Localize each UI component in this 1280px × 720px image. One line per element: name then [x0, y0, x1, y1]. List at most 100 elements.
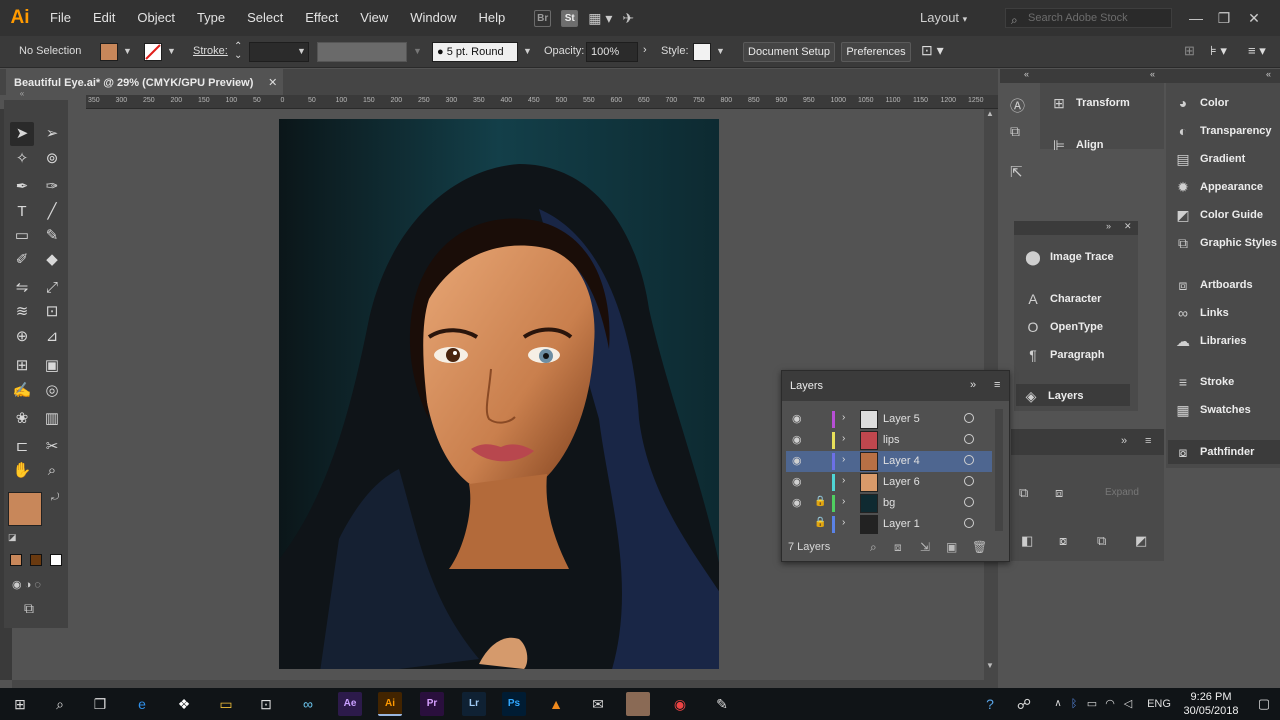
task-view-icon[interactable]: ❐ — [88, 692, 112, 716]
stroke-weight-dropdown-icon[interactable]: ▼ — [297, 46, 306, 56]
visibility-eye-icon[interactable]: ◉ — [792, 454, 802, 467]
layer-row[interactable]: ◉ 🔒 › bg — [786, 493, 992, 514]
rectangle-tool-icon[interactable]: ▭ — [10, 224, 34, 248]
target-icon[interactable] — [964, 455, 974, 465]
layer-row[interactable]: ◉ › Layer 4 — [786, 451, 992, 472]
symbol-sprayer-icon[interactable]: ❀ — [10, 407, 34, 431]
layer-name[interactable]: bg — [883, 497, 895, 509]
scale-tool-icon[interactable]: ⤢ — [40, 276, 64, 300]
chrome-icon[interactable]: ◉ — [668, 692, 692, 716]
dropbox-icon[interactable]: ❖ — [172, 692, 196, 716]
default-fill-stroke-icon[interactable]: ◪ — [8, 532, 17, 543]
visibility-eye-icon[interactable]: ◉ — [792, 496, 802, 509]
stroke-swatch[interactable] — [144, 43, 162, 61]
panel-layers-active[interactable]: ◈ Layers — [1016, 384, 1130, 406]
photo-viewer-icon[interactable] — [626, 692, 650, 716]
eraser-tool-icon[interactable]: ◆ — [40, 248, 64, 272]
gpu-performance-icon[interactable]: ✈ — [622, 10, 634, 27]
mail-icon[interactable]: ✉ — [586, 692, 610, 716]
direct-selection-tool-icon[interactable]: ➢ — [40, 122, 64, 146]
new-layer-icon[interactable]: ▣ — [946, 540, 957, 554]
target-icon[interactable] — [964, 413, 974, 423]
fill-color-box[interactable] — [8, 492, 42, 526]
target-icon[interactable] — [964, 518, 974, 528]
shape-builder-icon[interactable]: ⊕ — [10, 325, 34, 349]
magic-wand-icon[interactable]: ✧ — [10, 147, 34, 171]
layer-row[interactable]: 🔒 › Layer 1 — [786, 514, 992, 535]
layer-name[interactable]: Layer 4 — [883, 455, 920, 467]
gradient-mode-icon[interactable] — [30, 554, 42, 566]
slice-tool-icon[interactable]: ✂ — [40, 435, 64, 459]
export-icon[interactable]: ⇱ — [1010, 163, 1023, 181]
bridge-button[interactable]: Br — [534, 9, 552, 27]
panel-color[interactable]: ◕ Color — [1174, 95, 1229, 111]
target-icon[interactable] — [964, 497, 974, 507]
target-icon[interactable] — [964, 476, 974, 486]
close-button[interactable]: ✕ — [1244, 8, 1264, 28]
scroll-up-icon[interactable]: ▲ — [986, 109, 994, 118]
stroke-label[interactable]: Stroke: — [193, 45, 228, 57]
panel-menu-icon[interactable]: ≡ — [1145, 435, 1151, 447]
hand-tool-icon[interactable]: ✋ — [10, 459, 34, 483]
fill-swatch[interactable] — [100, 43, 118, 61]
pen-app-icon[interactable]: ✎ — [710, 692, 734, 716]
panel-menu-icon[interactable]: ≡ ▾ — [1248, 43, 1266, 59]
layer-row[interactable]: ◉ › lips — [786, 430, 992, 451]
stock-button[interactable]: St — [561, 9, 579, 27]
menu-help[interactable]: Help — [467, 0, 516, 36]
expand-panels-icon[interactable]: » — [1106, 221, 1111, 231]
panel-image-trace[interactable]: ⬤ Image Trace — [1024, 249, 1113, 265]
lock-icon[interactable]: 🔒 — [814, 517, 826, 528]
panel-transform[interactable]: ⊞ Transform — [1050, 95, 1130, 111]
new-sublayer-icon[interactable]: ⇲ — [920, 540, 930, 554]
visibility-eye-icon[interactable]: ◉ — [792, 475, 802, 488]
expand-layer-icon[interactable]: › — [842, 475, 845, 486]
maximize-button[interactable]: ❐ — [1214, 8, 1234, 28]
divide-icon[interactable]: ◧ — [1021, 533, 1033, 549]
menu-file[interactable]: File — [40, 0, 82, 36]
paragraph-styles-icon[interactable]: ⧉ — [1010, 123, 1020, 140]
stroke-stepper[interactable]: ⌃ ⌄ — [234, 42, 242, 61]
edge-icon[interactable]: e — [130, 692, 154, 716]
close-panel-icon[interactable]: ✕ — [1124, 221, 1132, 232]
taskbar-clock[interactable]: 9:26 PM 30/05/2018 — [1180, 690, 1242, 718]
selection-tool-icon[interactable]: ➤ — [10, 122, 34, 146]
gradient-tool-icon[interactable]: ▣ — [40, 354, 64, 378]
collapse-toolbar-icon[interactable]: « — [10, 88, 34, 100]
search-stock-input[interactable]: ⌕ Search Adobe Stock — [1005, 8, 1172, 28]
panel-menu-icon[interactable]: ≡ — [994, 379, 1000, 391]
lightroom-icon[interactable]: Lr — [462, 692, 486, 716]
document-setup-button[interactable]: Document Setup — [743, 42, 835, 62]
screen-mode-icon[interactable]: ⧉ — [24, 600, 34, 617]
brush-dropdown-icon[interactable]: ▼ — [523, 46, 532, 56]
expand-button[interactable]: Expand — [1105, 487, 1139, 498]
profile-dropdown-icon[interactable]: ▼ — [413, 46, 422, 56]
panel-libraries[interactable]: ☁ Libraries — [1174, 333, 1246, 349]
visibility-eye-icon[interactable]: ◉ — [792, 412, 802, 425]
illustrator-icon[interactable]: Ai — [378, 692, 402, 716]
align-icon[interactable]: ⊞ — [1184, 43, 1195, 59]
scroll-down-icon[interactable]: ▼ — [986, 661, 994, 670]
locate-object-icon[interactable]: ⌕ — [870, 540, 877, 555]
store-icon[interactable]: ⊡ — [254, 692, 278, 716]
mesh-tool-icon[interactable]: ⊞ — [10, 354, 34, 378]
panel-swatches[interactable]: ▦ Swatches — [1174, 402, 1250, 418]
perspective-grid-icon[interactable]: ⊿ — [40, 325, 64, 349]
menu-type[interactable]: Type — [186, 0, 236, 36]
layer-name[interactable]: Layer 6 — [883, 476, 920, 488]
panel-graphic-styles[interactable]: ⧉ Graphic Styles — [1174, 235, 1277, 251]
people-icon[interactable]: ☍ — [1012, 692, 1036, 716]
expand-layer-icon[interactable]: › — [842, 412, 845, 423]
paintbrush-tool-icon[interactable]: ✎ — [40, 224, 64, 248]
close-tab-icon[interactable]: ✕ — [268, 69, 277, 97]
warp-tool-icon[interactable]: ≋ — [10, 300, 34, 324]
blend-tool-icon[interactable]: ◎ — [40, 379, 64, 403]
collapse-panels-icon[interactable]: « — [1024, 69, 1029, 79]
style-dropdown-icon[interactable]: ▼ — [716, 46, 725, 56]
panel-artboards[interactable]: ⧈ Artboards — [1174, 277, 1253, 293]
layer-name[interactable]: Layer 1 — [883, 518, 920, 530]
expand-panels-icon[interactable]: » — [970, 379, 976, 391]
type-tool-icon[interactable]: T — [10, 200, 34, 224]
delete-layer-icon[interactable]: 🗑 — [972, 540, 987, 554]
start-icon[interactable]: ⊞ — [8, 692, 32, 716]
